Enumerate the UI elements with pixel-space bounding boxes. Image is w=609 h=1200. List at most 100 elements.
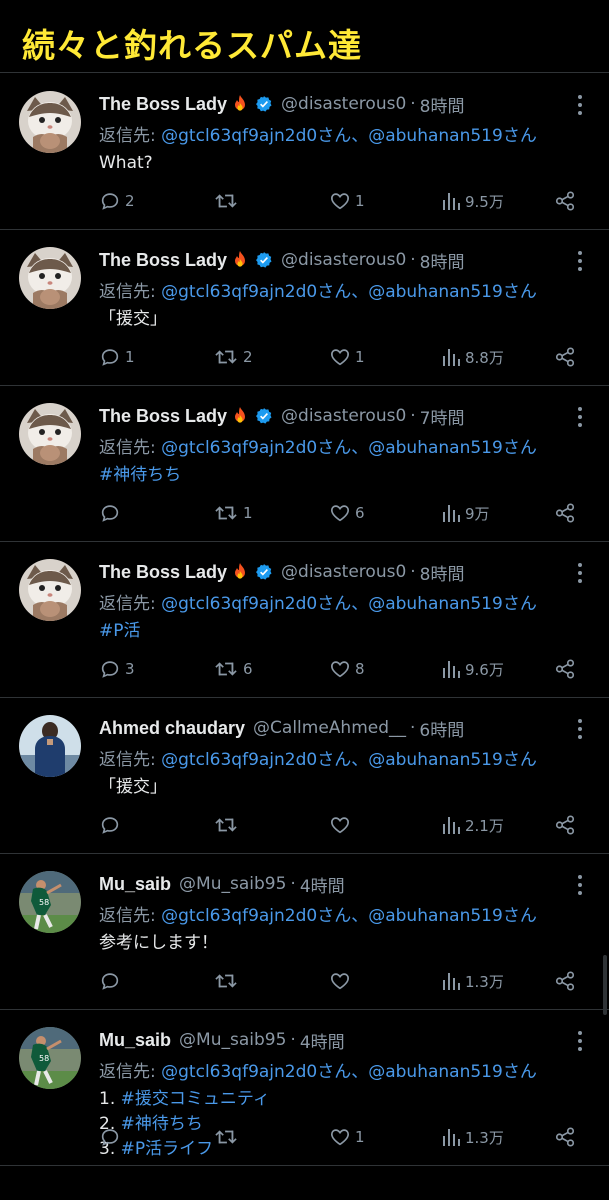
retweet-button[interactable]: 6 bbox=[213, 658, 253, 680]
separator-dot: · bbox=[410, 562, 416, 582]
tweet[interactable]: The Boss Lady @disasterous0 · 8時間 返信先: @gtcl… bbox=[0, 229, 609, 386]
avatar[interactable] bbox=[19, 559, 81, 621]
fire-icon bbox=[231, 250, 249, 270]
avatar[interactable] bbox=[19, 247, 81, 309]
reply-button[interactable]: 1 bbox=[99, 346, 135, 368]
tweet[interactable]: The Boss Lady @disasterous0 · 8時間 返信先: @gtcl… bbox=[0, 73, 609, 230]
avatar[interactable]: 58 bbox=[19, 871, 81, 933]
reply-to-mentions[interactable]: @gtcl63qf9ajn2d0さん、@abuhanan519さん bbox=[161, 1062, 537, 1082]
reply-button[interactable] bbox=[99, 1126, 125, 1148]
avatar[interactable] bbox=[19, 715, 81, 777]
reply-to-mentions[interactable]: @gtcl63qf9ajn2d0さん、@abuhanan519さん bbox=[161, 282, 537, 302]
user-handle[interactable]: @Mu_saib95 bbox=[179, 1030, 286, 1050]
more-icon[interactable] bbox=[577, 719, 583, 741]
tweet[interactable]: 58 Mu_saib @Mu_saib95 · 4時間 返信先: @gtcl63qf9aj… bbox=[0, 1009, 609, 1166]
display-name[interactable]: The Boss Lady bbox=[99, 94, 227, 115]
tweet[interactable]: The Boss Lady @disasterous0 · 7時間 返信先: @gtcl… bbox=[0, 385, 609, 542]
timestamp[interactable]: 8時間 bbox=[420, 560, 465, 585]
avatar[interactable] bbox=[19, 403, 81, 465]
user-handle[interactable]: @disasterous0 bbox=[281, 406, 406, 426]
views-button[interactable]: 9.6万 bbox=[441, 658, 504, 680]
user-handle[interactable]: @disasterous0 bbox=[281, 562, 406, 582]
reply-to-mentions[interactable]: @gtcl63qf9ajn2d0さん、@abuhanan519さん bbox=[161, 126, 537, 146]
like-button[interactable] bbox=[329, 970, 355, 992]
timestamp[interactable]: 4時間 bbox=[300, 1028, 345, 1053]
display-name[interactable]: The Boss Lady bbox=[99, 406, 227, 427]
like-button[interactable] bbox=[329, 814, 355, 836]
views-button[interactable]: 1.3万 bbox=[441, 970, 504, 992]
tweet[interactable]: Ahmed chaudary @CallmeAhmed__ · 6時間 返信先: @gt… bbox=[0, 697, 609, 854]
verified-icon[interactable] bbox=[255, 407, 273, 425]
retweet-icon bbox=[213, 502, 239, 524]
avatar[interactable] bbox=[19, 91, 81, 153]
reply-button[interactable] bbox=[99, 502, 125, 524]
reply-button[interactable]: 3 bbox=[99, 658, 135, 680]
retweet-button[interactable] bbox=[213, 970, 243, 992]
share-button[interactable] bbox=[554, 970, 576, 992]
reply-button[interactable] bbox=[99, 970, 125, 992]
user-handle[interactable]: @CallmeAhmed__ bbox=[253, 718, 406, 738]
like-button[interactable]: 8 bbox=[329, 658, 365, 680]
display-name[interactable]: The Boss Lady bbox=[99, 250, 227, 271]
more-icon[interactable] bbox=[577, 407, 583, 429]
more-icon[interactable] bbox=[577, 95, 583, 117]
display-name[interactable]: Ahmed chaudary bbox=[99, 718, 245, 739]
banner: 続々と釣れるスパム達 bbox=[0, 0, 609, 73]
reply-to-line: 返信先: @gtcl63qf9ajn2d0さん、@abuhanan519さん bbox=[99, 589, 537, 614]
timestamp[interactable]: 4時間 bbox=[300, 872, 345, 897]
like-button[interactable]: 1 bbox=[329, 190, 365, 212]
timestamp[interactable]: 8時間 bbox=[420, 92, 465, 117]
share-button[interactable] bbox=[554, 658, 576, 680]
verified-icon[interactable] bbox=[255, 563, 273, 581]
views-button[interactable]: 8.8万 bbox=[441, 346, 504, 368]
avatar[interactable]: 58 bbox=[19, 1027, 81, 1089]
more-icon[interactable] bbox=[577, 563, 583, 585]
reply-button[interactable] bbox=[99, 814, 125, 836]
reply-button[interactable]: 2 bbox=[99, 190, 135, 212]
display-name[interactable]: The Boss Lady bbox=[99, 562, 227, 583]
reply-to-mentions[interactable]: @gtcl63qf9ajn2d0さん、@abuhanan519さん bbox=[161, 594, 537, 614]
like-button[interactable]: 6 bbox=[329, 502, 365, 524]
retweet-button[interactable] bbox=[213, 190, 243, 212]
views-button[interactable]: 2.1万 bbox=[441, 814, 504, 836]
tweet-actions: 1 6 9万 bbox=[99, 502, 589, 528]
hashtag-link[interactable]: #P活 bbox=[99, 621, 141, 641]
timestamp[interactable]: 7時間 bbox=[420, 404, 465, 429]
share-button[interactable] bbox=[554, 190, 576, 212]
retweet-button[interactable] bbox=[213, 814, 243, 836]
share-button[interactable] bbox=[554, 346, 576, 368]
display-name[interactable]: Mu_saib bbox=[99, 1030, 171, 1051]
more-icon[interactable] bbox=[577, 251, 583, 273]
like-icon bbox=[329, 814, 351, 836]
more-icon[interactable] bbox=[577, 1031, 583, 1053]
retweet-button[interactable]: 1 bbox=[213, 502, 253, 524]
share-button[interactable] bbox=[554, 814, 576, 836]
timestamp[interactable]: 6時間 bbox=[419, 716, 464, 741]
hashtag-link[interactable]: #援交コミュニティ bbox=[121, 1089, 270, 1109]
scrollbar[interactable] bbox=[603, 955, 607, 1015]
views-button[interactable]: 9万 bbox=[441, 502, 490, 524]
user-handle[interactable]: @disasterous0 bbox=[281, 94, 406, 114]
hashtag-link[interactable]: #神待ちち bbox=[99, 465, 181, 485]
user-handle[interactable]: @Mu_saib95 bbox=[179, 874, 286, 894]
views-button[interactable]: 1.3万 bbox=[441, 1126, 504, 1148]
reply-to-mentions[interactable]: @gtcl63qf9ajn2d0さん、@abuhanan519さん bbox=[161, 438, 537, 458]
like-button[interactable]: 1 bbox=[329, 1126, 365, 1148]
reply-to-mentions[interactable]: @gtcl63qf9ajn2d0さん、@abuhanan519さん bbox=[161, 750, 537, 770]
more-icon[interactable] bbox=[577, 875, 583, 897]
share-button[interactable] bbox=[554, 502, 576, 524]
tweet[interactable]: 58 Mu_saib @Mu_saib95 · 4時間 返信先: @gtcl63qf9aj… bbox=[0, 853, 609, 1010]
like-button[interactable]: 1 bbox=[329, 346, 365, 368]
verified-icon[interactable] bbox=[255, 251, 273, 269]
reply-to-mentions[interactable]: @gtcl63qf9ajn2d0さん、@abuhanan519さん bbox=[161, 906, 537, 926]
user-handle[interactable]: @disasterous0 bbox=[281, 250, 406, 270]
share-button[interactable] bbox=[554, 1126, 576, 1148]
timestamp[interactable]: 8時間 bbox=[420, 248, 465, 273]
tweet[interactable]: The Boss Lady @disasterous0 · 8時間返信先: @gtcl… bbox=[0, 541, 609, 698]
display-name[interactable]: Mu_saib bbox=[99, 874, 171, 895]
verified-icon[interactable] bbox=[255, 95, 273, 113]
retweet-button[interactable] bbox=[213, 1126, 243, 1148]
views-button[interactable]: 9.5万 bbox=[441, 190, 504, 212]
retweet-button[interactable]: 2 bbox=[213, 346, 253, 368]
reply-to-line: 返信先: @gtcl63qf9ajn2d0さん、@abuhanan519さん bbox=[99, 433, 537, 458]
